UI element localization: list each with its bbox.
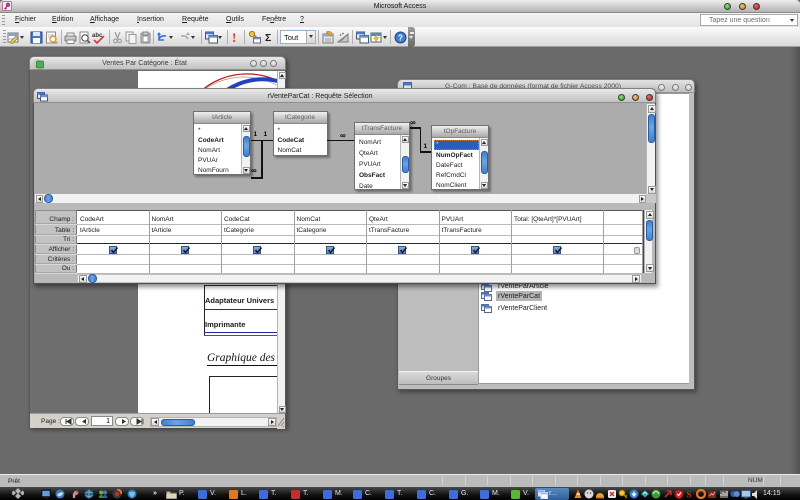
- svg-text:?: ?: [398, 34, 403, 43]
- svg-text:S: S: [687, 490, 692, 500]
